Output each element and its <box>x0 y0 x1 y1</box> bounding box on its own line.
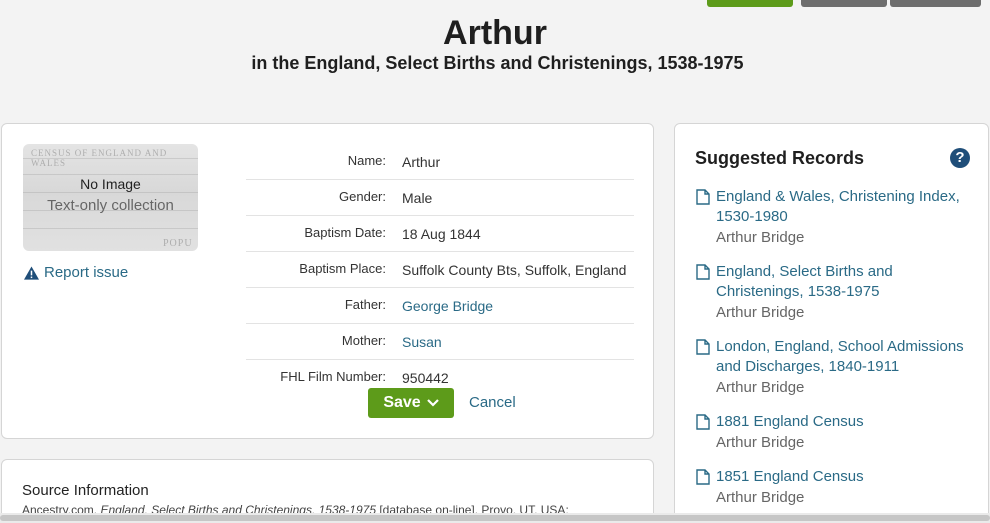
fact-label: Baptism Date: <box>304 225 386 240</box>
suggested-record-person: Arthur Bridge <box>716 304 805 321</box>
fact-row-name: Name: Arthur <box>246 144 634 180</box>
suggested-record-link[interactable]: 1851 England Census <box>716 467 971 487</box>
top-action-button-green[interactable] <box>707 0 793 7</box>
fact-value-fhl-film-number: 950442 <box>402 370 449 386</box>
report-issue-label: Report issue <box>44 264 129 281</box>
document-icon <box>696 469 710 485</box>
suggested-record-person: Arthur Bridge <box>716 229 805 246</box>
text-only-label: Text-only collection <box>47 197 174 214</box>
source-information-title: Source Information <box>22 482 149 499</box>
document-icon <box>696 414 710 430</box>
save-button[interactable]: Save <box>368 388 454 418</box>
top-action-button-gray-2[interactable] <box>890 0 981 7</box>
fact-row-baptism-place: Baptism Place: Suffolk County Bts, Suffo… <box>246 252 634 288</box>
help-icon[interactable]: ? <box>950 148 970 168</box>
cancel-link[interactable]: Cancel <box>469 394 516 411</box>
fact-label: Father: <box>344 297 386 312</box>
fact-row-mother: Mother: Susan <box>246 324 634 360</box>
fact-label: Name: <box>347 153 386 168</box>
fact-value-baptism-date: 18 Aug 1844 <box>402 226 481 242</box>
chevron-down-icon <box>426 399 439 407</box>
suggested-record-item: England & Wales, Christening Index, 1530… <box>696 187 971 249</box>
fact-label: Mother: <box>341 333 386 348</box>
suggested-record-link[interactable]: England, Select Births and Christenings,… <box>716 262 971 302</box>
document-icon <box>696 264 710 280</box>
suggested-records-list: England & Wales, Christening Index, 1530… <box>696 187 971 522</box>
suggested-record-person: Arthur Bridge <box>716 434 805 451</box>
thumbnail-ghost-text-2: POPU <box>163 238 193 249</box>
report-issue-link[interactable]: Report issue <box>24 264 128 281</box>
page-subtitle: in the England, Select Births and Christ… <box>251 53 744 73</box>
suggested-records-title: Suggested Records <box>695 148 865 168</box>
fact-row-father: Father: George Bridge <box>246 288 634 324</box>
record-thumbnail[interactable]: CENSUS OF ENGLAND AND WALES POPU No Imag… <box>23 144 198 251</box>
no-image-label: No Image <box>80 176 141 192</box>
suggested-record-item: London, England, School Admissions and D… <box>696 337 971 399</box>
top-action-button-gray[interactable] <box>801 0 887 7</box>
facts-table: Name: Arthur Gender: Male Baptism Date: … <box>246 144 634 395</box>
mother-link[interactable]: Susan <box>386 331 634 353</box>
suggested-record-item: England, Select Births and Christenings,… <box>696 262 971 324</box>
scrollbar-thumb[interactable] <box>0 515 990 521</box>
suggested-record-person: Arthur Bridge <box>716 489 805 506</box>
fact-label: Baptism Place: <box>299 261 386 276</box>
suggested-record-link[interactable]: England & Wales, Christening Index, 1530… <box>716 187 971 227</box>
father-link[interactable]: George Bridge <box>386 295 634 317</box>
suggested-record-item: 1851 England Census Arthur Bridge <box>696 467 971 509</box>
fact-row-gender: Gender: Male <box>246 180 634 216</box>
page-title: Arthur <box>443 14 547 52</box>
fact-value-baptism-place: Suffolk County Bts, Suffolk, England <box>402 262 627 278</box>
fact-value-gender: Male <box>402 190 433 206</box>
save-label: Save <box>383 394 421 411</box>
fact-value-name: Arthur <box>402 154 441 170</box>
suggested-record-link[interactable]: London, England, School Admissions and D… <box>716 337 971 377</box>
thumbnail-ghost-text: CENSUS OF ENGLAND AND WALES <box>31 148 168 168</box>
fact-row-baptism-date: Baptism Date: 18 Aug 1844 <box>246 216 634 252</box>
horizontal-scrollbar[interactable] <box>0 513 990 523</box>
suggested-record-item: 1881 England Census Arthur Bridge <box>696 412 971 454</box>
suggested-record-link[interactable]: 1881 England Census <box>716 412 971 432</box>
suggested-records-card: Suggested Records ? England & Wales, Chr… <box>674 123 989 523</box>
record-card: CENSUS OF ENGLAND AND WALES POPU No Imag… <box>1 123 654 439</box>
warning-icon <box>24 265 39 280</box>
document-icon <box>696 339 710 355</box>
fact-label: Gender: <box>339 189 386 204</box>
document-icon <box>696 189 710 205</box>
fact-label: FHL Film Number: <box>280 369 386 384</box>
suggested-record-person: Arthur Bridge <box>716 379 805 396</box>
